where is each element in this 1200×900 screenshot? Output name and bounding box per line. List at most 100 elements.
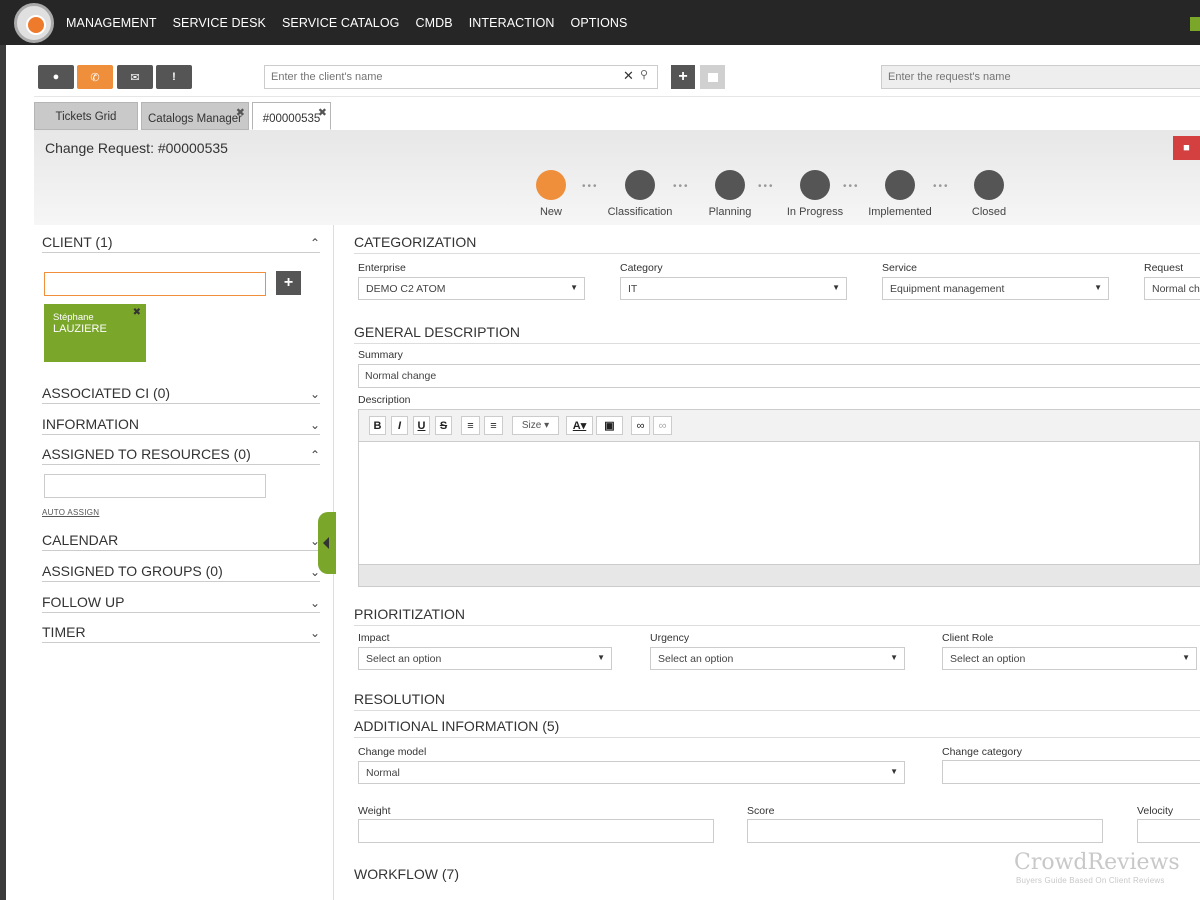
editor-resize-bar[interactable] [359,564,1200,586]
enterprise-select[interactable]: DEMO C2 ATOM ▼ [358,277,585,300]
step-implemented[interactable]: Implemented [860,170,940,218]
nav-cmdb[interactable]: CMDB [415,16,452,30]
step-circle [800,170,830,200]
dropdown-icon: ▼ [1094,283,1102,292]
phone-icon[interactable]: ✆ [77,65,113,89]
chevron-up-icon[interactable]: ⌃ [310,236,320,250]
trash-icon[interactable]: ■ [1173,136,1200,160]
step-in-progress[interactable]: In Progress [775,170,855,218]
client-card[interactable]: Stéphane LAUZIERE ✖ [44,304,146,362]
request-select[interactable]: Normal ch [1144,277,1200,300]
clear-icon[interactable]: ✕ [623,68,634,84]
left-sidebar: CLIENT (1) ⌃ + Stéphane LAUZIERE ✖ ASSOCI… [34,225,334,900]
step-label: In Progress [786,206,844,218]
nav-options[interactable]: OPTIONS [571,16,628,30]
dropdown-icon: ▼ [597,653,605,662]
information-section[interactable]: INFORMATION ⌄ [42,416,320,435]
client-search-input[interactable] [264,65,658,89]
summary-input[interactable]: Normal change [358,364,1200,388]
assigned-resources-section[interactable]: ASSIGNED TO RESOURCES (0) ⌃ [42,446,320,465]
tab-label: #00000535 [262,113,321,125]
chevron-down-icon[interactable]: ⌄ [310,596,320,610]
assigned-groups-section[interactable]: ASSIGNED TO GROUPS (0) ⌄ [42,563,320,582]
alert-icon[interactable]: ! [156,65,192,89]
font-color-icon[interactable]: A▾ [566,416,593,435]
description-label: Description [358,394,411,406]
step-planning[interactable]: Planning [690,170,770,218]
score-label: Score [747,805,775,817]
weight-input[interactable] [358,819,714,843]
chevron-down-icon[interactable]: ⌄ [310,626,320,640]
step-new[interactable]: New [511,170,591,218]
selected-value: Select an option [950,653,1026,665]
link-icon[interactable]: ∞ [631,416,650,435]
italic-icon[interactable]: I [391,416,408,435]
close-icon[interactable]: ✖ [318,106,327,119]
underline-icon[interactable]: U [413,416,430,435]
client-input[interactable] [44,272,266,296]
selected-value: DEMO C2 ATOM [366,283,446,295]
additional-information-header: ADDITIONAL INFORMATION (5) [354,718,1200,738]
user-icon[interactable]: ● [38,65,74,89]
velocity-input[interactable] [1137,819,1200,843]
add-button[interactable]: + [671,65,695,89]
list-icon[interactable] [700,65,725,89]
mail-icon[interactable]: ✉ [117,65,153,89]
selected-value: Normal [366,767,400,779]
search-icon[interactable]: ⚲ [640,68,648,81]
velocity-label: Velocity [1137,805,1174,817]
follow-up-section[interactable]: FOLLOW UP ⌄ [42,594,320,613]
request-header: Change Request: #00000535 ■ New ••• Clas… [34,130,1200,225]
tab-catalogs-manager[interactable]: Catalogs Manager ✖ [141,102,249,130]
nav-management[interactable]: MANAGEMENT [66,16,157,30]
font-size-select[interactable]: Size ▾ [512,416,559,435]
associated-ci-section[interactable]: ASSOCIATED CI (0) ⌄ [42,385,320,404]
step-label: New [539,206,562,218]
urgency-select[interactable]: Select an option ▼ [650,647,905,670]
step-closed[interactable]: Closed [949,170,1029,218]
highlight-color-icon[interactable]: ▣ [596,416,623,435]
timer-section[interactable]: TIMER ⌄ [42,624,320,643]
client-section-header[interactable]: CLIENT (1) ⌃ [42,234,320,253]
collapse-panel-handle[interactable] [318,512,336,574]
category-select[interactable]: IT ▼ [620,277,847,300]
step-connector: ••• [843,181,860,192]
impact-select[interactable]: Select an option ▼ [358,647,612,670]
change-model-select[interactable]: Normal ▼ [358,761,905,784]
description-editor[interactable]: B I U S ≡ ≡ Size ▾ A▾ ▣ ∞ ∞ [358,409,1200,587]
tab-label: Catalogs Manager [148,113,242,125]
chevron-down-icon[interactable]: ⌄ [310,387,320,401]
close-icon[interactable]: ✖ [236,106,245,119]
step-connector: ••• [758,181,775,192]
score-input[interactable] [747,819,1103,843]
chevron-up-icon[interactable]: ⌃ [310,448,320,462]
nav-interaction[interactable]: INTERACTION [469,16,555,30]
impact-label: Impact [358,632,390,644]
app-logo-icon[interactable] [14,3,54,43]
service-select[interactable]: Equipment management ▼ [882,277,1109,300]
tab-tickets-grid[interactable]: Tickets Grid [34,102,138,130]
resource-input[interactable] [44,474,266,498]
bold-icon[interactable]: B [369,416,386,435]
add-client-button[interactable]: + [276,271,301,295]
request-label: Request [1144,262,1184,274]
calendar-section[interactable]: CALENDAR ⌄ [42,532,320,551]
bullet-list-icon[interactable]: ≡ [484,416,503,435]
remove-client-icon[interactable]: ✖ [133,307,141,318]
chevron-down-icon[interactable]: ⌄ [310,418,320,432]
urgency-label: Urgency [650,632,690,644]
auto-assign-link[interactable]: AUTO ASSIGN [42,508,99,517]
client-role-select[interactable]: Select an option ▼ [942,647,1197,670]
resolution-header[interactable]: RESOLUTION [354,691,1200,711]
nav-service-catalog[interactable]: SERVICE CATALOG [282,16,400,30]
strikethrough-icon[interactable]: S [435,416,452,435]
unlink-icon[interactable]: ∞ [653,416,672,435]
ordered-list-icon[interactable]: ≡ [461,416,480,435]
request-search-input[interactable] [881,65,1200,89]
section-title: CALENDAR [42,532,119,548]
change-category-input[interactable] [942,760,1200,784]
nav-service-desk[interactable]: SERVICE DESK [173,16,266,30]
step-classification[interactable]: Classification [600,170,680,218]
selected-value: Select an option [366,653,442,665]
tab-change-request[interactable]: #00000535 ✖ [252,102,331,130]
